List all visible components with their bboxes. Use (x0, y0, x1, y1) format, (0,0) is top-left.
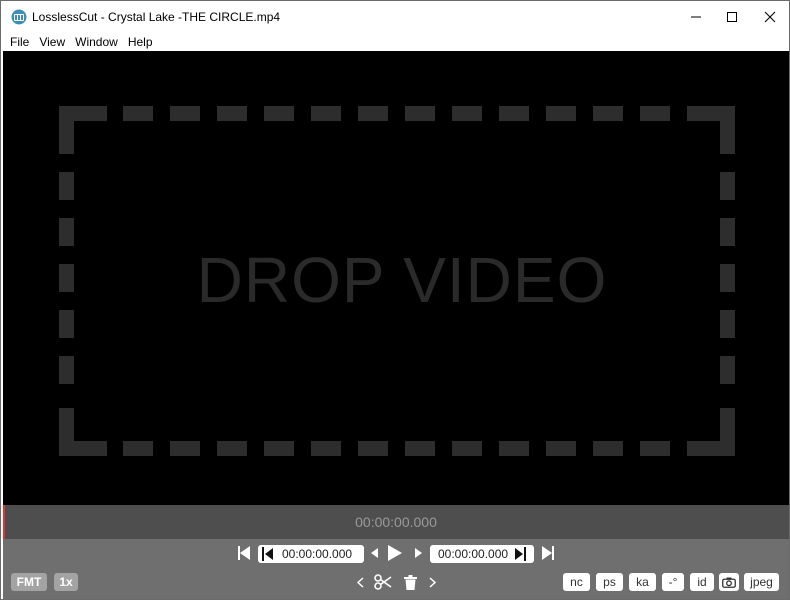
caret-right-icon (414, 548, 422, 558)
ka-button[interactable]: ka (629, 573, 656, 591)
losslesscut-app-icon (11, 9, 27, 25)
play-button[interactable] (387, 544, 403, 562)
jump-to-end-button[interactable] (541, 545, 555, 561)
scissors-icon (374, 574, 392, 590)
capture-format-button[interactable]: jpeg (744, 573, 779, 591)
chevron-left-icon (356, 576, 364, 588)
next-segment-button[interactable] (427, 575, 437, 589)
step-back-button[interactable] (369, 547, 379, 559)
chevron-right-icon (428, 576, 436, 588)
skip-to-end-icon (542, 546, 554, 560)
play-icon (388, 545, 402, 561)
camera-icon (722, 577, 736, 588)
cut-end-time-input[interactable]: 00:00:00.000 (430, 547, 508, 561)
previous-segment-button[interactable] (355, 575, 365, 589)
minimize-icon (691, 16, 701, 18)
maximize-icon (727, 12, 737, 22)
rotation-button[interactable]: -° (662, 573, 684, 591)
format-button[interactable]: FMT (11, 573, 47, 591)
set-cut-end-button[interactable] (508, 547, 530, 561)
jump-to-start-button[interactable] (237, 545, 251, 561)
skip-to-start-icon (238, 546, 250, 560)
close-icon (764, 11, 776, 23)
cut-end-time-box: 00:00:00.000 (430, 545, 534, 563)
caret-left-icon (370, 548, 378, 558)
cut-start-icon (262, 547, 273, 561)
cut-start-time-input[interactable]: 00:00:00.000 (278, 547, 352, 561)
step-forward-button[interactable] (413, 547, 423, 559)
nc-button[interactable]: nc (563, 573, 590, 591)
set-cut-start-button[interactable] (258, 547, 278, 561)
timeline[interactable]: 00:00:00.000 (3, 505, 789, 539)
capture-frame-button[interactable] (719, 573, 739, 591)
drop-video-text: DROP VIDEO (196, 244, 608, 316)
video-drop-zone[interactable]: DROP VIDEO (3, 51, 789, 505)
menu-help[interactable]: Help (123, 33, 158, 51)
menu-file[interactable]: File (5, 33, 34, 51)
controls-bar: 00:00:00.000 00:00:00.000 FMT 1x nc ps k… (3, 539, 789, 599)
cut-button[interactable] (374, 574, 392, 590)
title-bar[interactable]: LosslessCut - Crystal Lake -THE CIRCLE.m… (1, 1, 789, 33)
cut-start-time-box: 00:00:00.000 (258, 545, 364, 563)
trash-icon (403, 574, 417, 590)
menu-bar: File View Window Help (1, 33, 789, 51)
minimize-button[interactable] (677, 1, 715, 33)
delete-segment-button[interactable] (403, 574, 417, 590)
app-window: LosslessCut - Crystal Lake -THE CIRCLE.m… (0, 0, 790, 600)
maximize-button[interactable] (713, 1, 751, 33)
playback-speed-button[interactable]: 1x (54, 573, 78, 591)
menu-view[interactable]: View (34, 33, 70, 51)
id-button[interactable]: id (690, 573, 714, 591)
window-title: LosslessCut - Crystal Lake -THE CIRCLE.m… (32, 10, 281, 24)
close-button[interactable] (751, 1, 789, 33)
cut-end-icon (515, 547, 527, 561)
ps-button[interactable]: ps (596, 573, 623, 591)
drop-video-message: DROP VIDEO (3, 51, 789, 505)
current-time-display: 00:00:00.000 (355, 514, 437, 530)
menu-window[interactable]: Window (70, 33, 123, 51)
